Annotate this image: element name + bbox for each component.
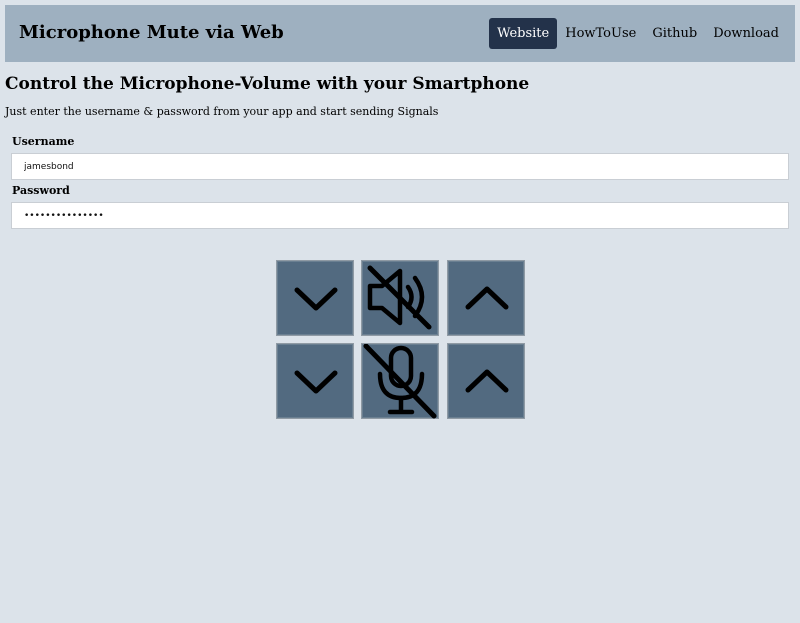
mic-volume-up-button[interactable] bbox=[447, 343, 525, 419]
mic-mute-button[interactable] bbox=[361, 343, 439, 419]
nav-menu: Website HowToUse Github Download bbox=[489, 18, 787, 49]
username-label: Username bbox=[12, 135, 75, 148]
mic-volume-down-button[interactable] bbox=[276, 343, 354, 419]
nav-github[interactable]: Github bbox=[644, 18, 705, 49]
nav-howtouse[interactable]: HowToUse bbox=[557, 18, 644, 49]
password-label: Password bbox=[12, 184, 70, 197]
top-navbar: Microphone Mute via Web Website HowToUse… bbox=[5, 5, 795, 62]
password-input[interactable] bbox=[11, 202, 789, 229]
speaker-mute-button[interactable] bbox=[361, 260, 439, 336]
chevron-down-icon bbox=[294, 370, 338, 394]
speaker-volume-down-button[interactable] bbox=[276, 260, 354, 336]
speaker-volume-up-button[interactable] bbox=[447, 260, 525, 336]
brand-title[interactable]: Microphone Mute via Web bbox=[19, 22, 284, 44]
nav-website[interactable]: Website bbox=[489, 18, 558, 49]
nav-download[interactable]: Download bbox=[705, 18, 787, 49]
page-description: Just enter the username & password from … bbox=[5, 105, 439, 118]
chevron-down-icon bbox=[294, 287, 338, 311]
username-input[interactable] bbox=[11, 153, 789, 180]
chevron-up-icon bbox=[465, 286, 509, 310]
speaker-muted-icon bbox=[367, 265, 432, 330]
microphone-muted-icon bbox=[363, 344, 437, 419]
chevron-up-icon bbox=[465, 369, 509, 393]
page-title: Control the Microphone-Volume with your … bbox=[5, 74, 530, 94]
